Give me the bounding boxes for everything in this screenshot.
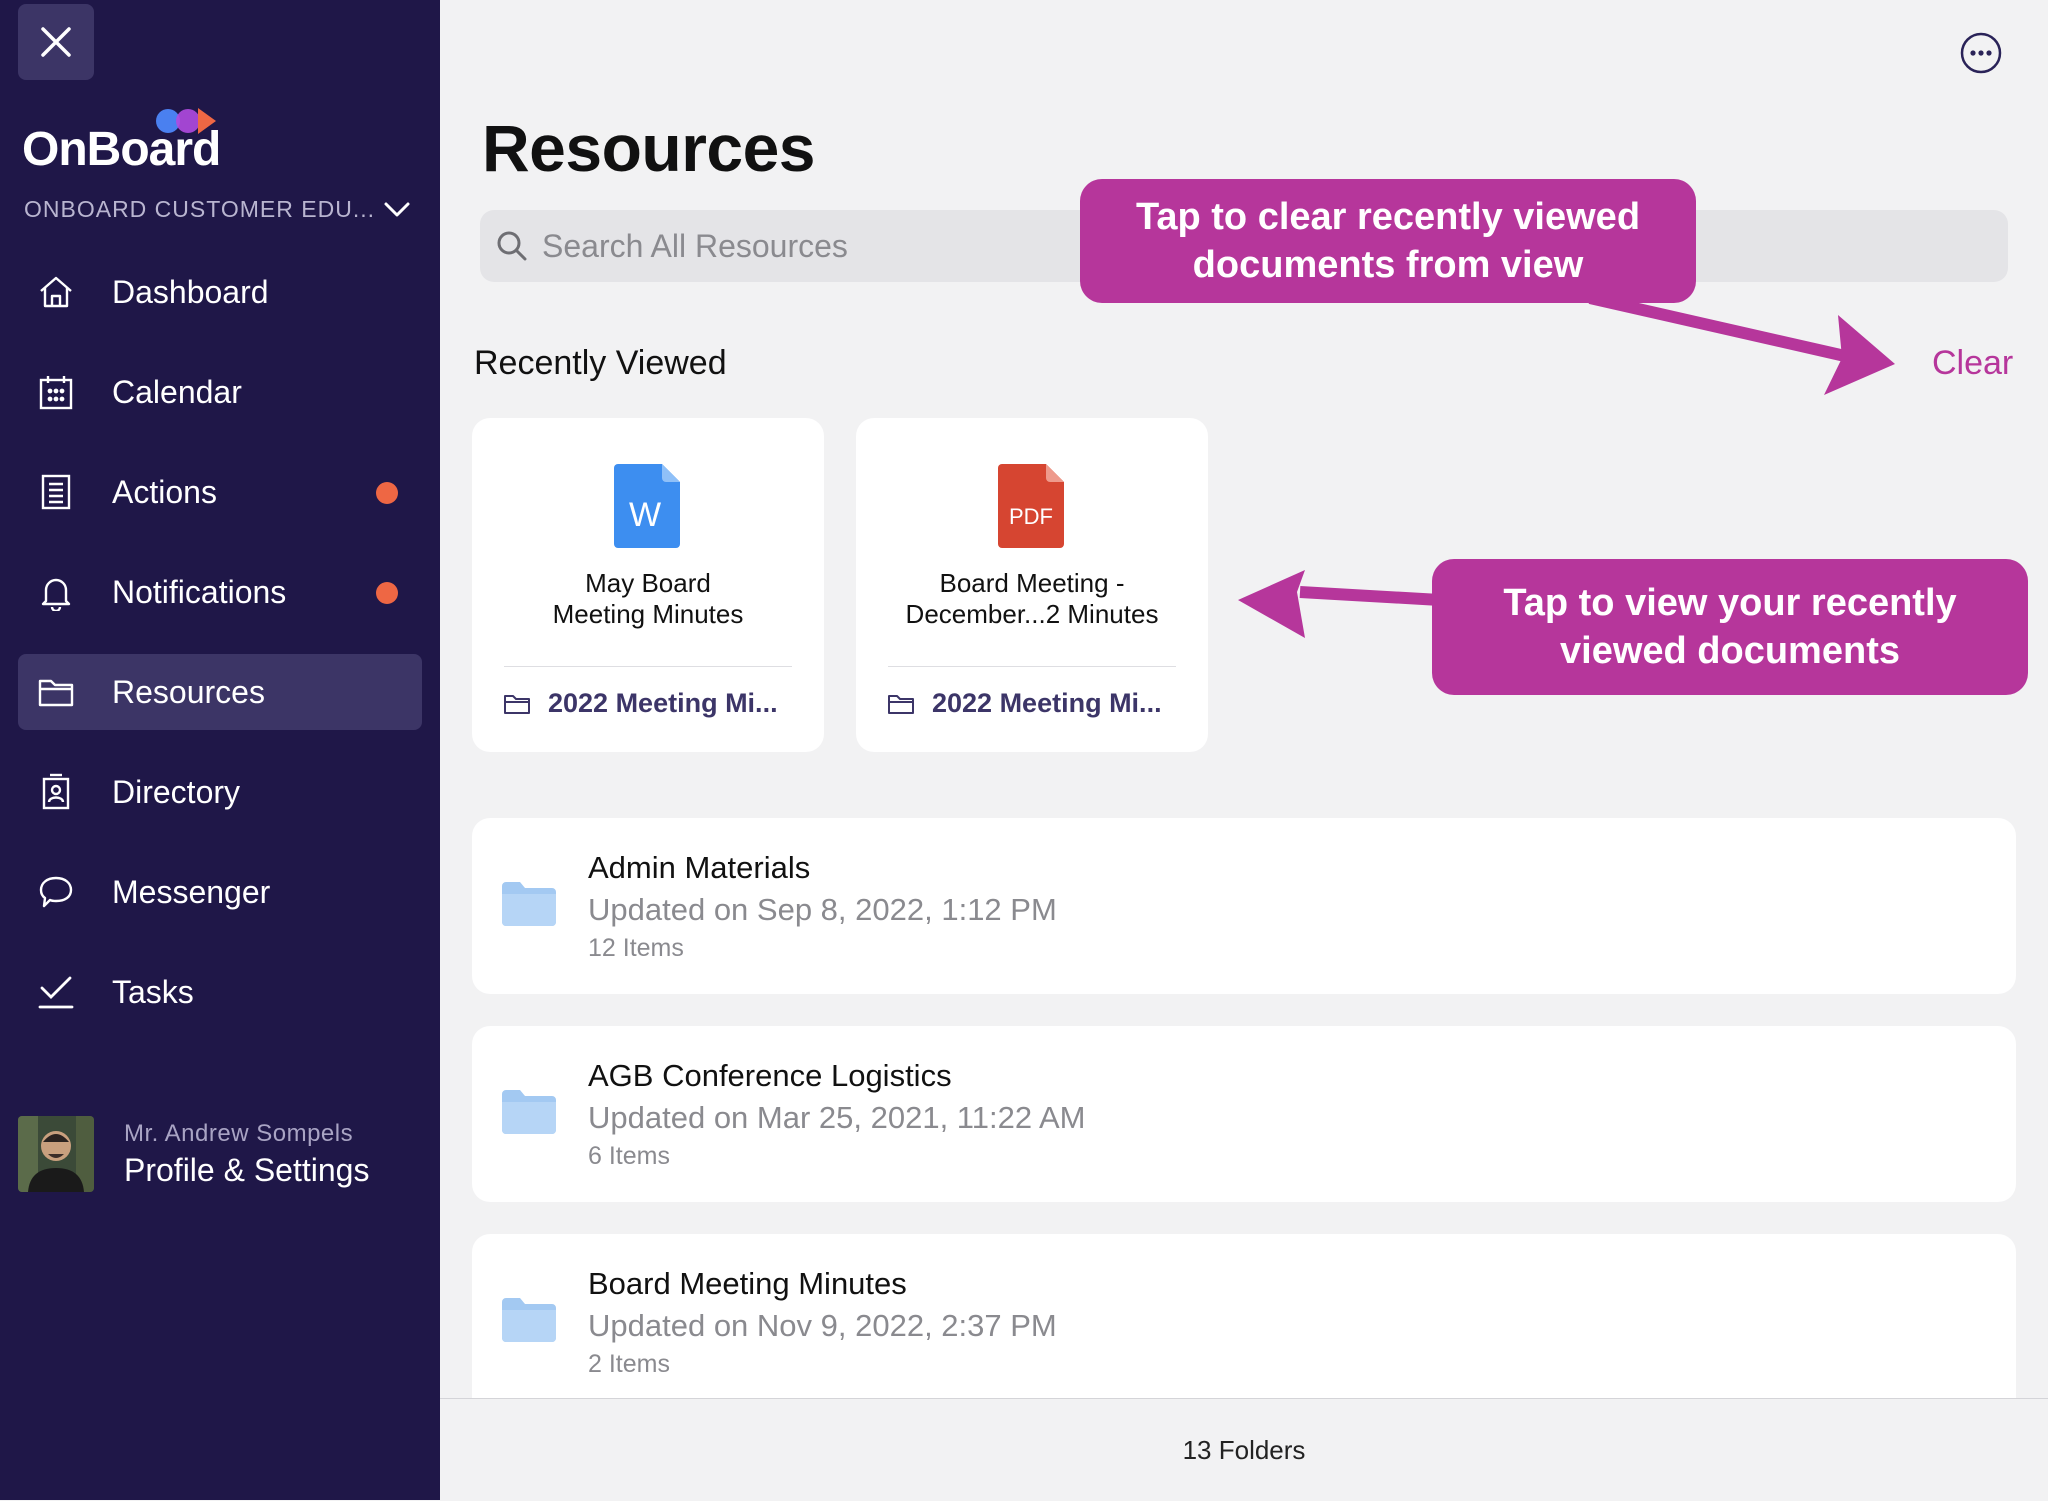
- page-title: Resources: [482, 111, 816, 185]
- checklist-icon: [36, 472, 76, 512]
- folder-updated: Updated on Sep 8, 2022, 1:12 PM: [588, 892, 1057, 927]
- contact-book-icon: [36, 772, 76, 812]
- sidebar-item-messenger[interactable]: Messenger: [18, 854, 422, 930]
- sidebar-item-label: Dashboard: [112, 273, 269, 310]
- recent-doc-title-line: Meeting Minutes: [552, 599, 744, 629]
- sidebar-item-label: Directory: [112, 773, 241, 810]
- sidebar-item-label: Messenger: [112, 873, 271, 910]
- sidebar-item-label: Actions: [112, 473, 217, 510]
- folder-name: AGB Conference Logistics: [588, 1058, 952, 1093]
- callout-line: documents from view: [1192, 244, 1584, 286]
- notification-badge: [376, 582, 398, 604]
- sidebar-item-directory[interactable]: Directory: [18, 754, 422, 830]
- sidebar-item-label: Calendar: [112, 373, 242, 410]
- calendar-icon: [36, 372, 76, 412]
- folder-updated: Updated on Nov 9, 2022, 2:37 PM: [588, 1308, 1057, 1343]
- avatar: [18, 1116, 94, 1192]
- word-doc-icon: W: [614, 464, 680, 548]
- folder-icon: [36, 672, 76, 712]
- recent-doc-folder: 2022 Meeting Mi...: [888, 688, 1162, 719]
- notification-badge: [376, 482, 398, 504]
- callout-line: Tap to clear recently viewed: [1135, 196, 1641, 238]
- organization-name: ONBOARD CUSTOMER EDU...: [24, 196, 375, 222]
- logo-text: OnBoard: [22, 123, 221, 176]
- recent-doc-folder-name: 2022 Meeting Mi...: [932, 688, 1162, 718]
- recent-doc-title-line: December...2 Minutes: [905, 599, 1159, 629]
- organization-switcher[interactable]: ONBOARD CUSTOMER EDU...: [24, 196, 411, 223]
- card-divider: [888, 666, 1176, 667]
- sidebar-item-calendar[interactable]: Calendar: [18, 354, 422, 430]
- card-divider: [504, 666, 792, 667]
- sidebar: OnBoard ONBOARD CUSTOMER EDU... Dashboar…: [0, 0, 440, 1500]
- sidebar-item-label: Tasks: [112, 973, 194, 1010]
- close-sidebar-button[interactable]: [18, 4, 94, 80]
- folder-item-count: 12 Items: [588, 934, 684, 962]
- onboard-logo: OnBoard: [22, 100, 242, 180]
- checkmark-icon: [36, 972, 76, 1012]
- sidebar-nav: Dashboard Calendar Actions Notifications: [18, 254, 422, 1054]
- pdf-doc-icon: PDF: [998, 464, 1064, 548]
- sidebar-item-label: Resources: [112, 673, 265, 710]
- folder-icon: [502, 1298, 556, 1342]
- folder-outline-icon: [888, 694, 914, 714]
- recent-doc-title-line: May Board: [585, 568, 711, 598]
- folder-outline-icon: [504, 694, 530, 714]
- sidebar-item-notifications[interactable]: Notifications: [18, 554, 422, 630]
- home-icon: [36, 272, 76, 312]
- pdf-doc-icon-label: PDF: [1009, 504, 1053, 529]
- recent-doc-title: May Board Meeting Minutes: [472, 568, 824, 630]
- folder-count: 13 Folders: [1182, 1435, 1306, 1465]
- sidebar-item-dashboard[interactable]: Dashboard: [18, 254, 422, 330]
- callout-line: Tap to view your recently: [1503, 582, 1957, 624]
- profile-settings-label: Profile & Settings: [124, 1151, 370, 1188]
- sidebar-item-label: Notifications: [112, 573, 287, 610]
- folder-list-item[interactable]: Admin Materials Updated on Sep 8, 2022, …: [472, 818, 2016, 994]
- sidebar-item-tasks[interactable]: Tasks: [18, 954, 422, 1030]
- folder-icon: [502, 1090, 556, 1134]
- recent-doc-folder-name: 2022 Meeting Mi...: [548, 688, 778, 718]
- chat-bubble-icon: [36, 872, 76, 912]
- more-options-icon[interactable]: [1960, 32, 2002, 74]
- folder-item-count: 6 Items: [588, 1142, 670, 1170]
- folder-list-item[interactable]: AGB Conference Logistics Updated on Mar …: [472, 1026, 2016, 1202]
- chevron-down-icon: [384, 202, 410, 216]
- footer-bar: 13 Folders: [440, 1398, 2048, 1501]
- search-icon: [497, 231, 527, 261]
- close-icon: [41, 27, 71, 57]
- recent-doc-title: Board Meeting - December...2 Minutes: [856, 568, 1208, 630]
- recent-doc-folder: 2022 Meeting Mi...: [504, 688, 778, 719]
- folder-icon: [502, 882, 556, 926]
- folder-list-item[interactable]: Board Meeting Minutes Updated on Nov 9, …: [472, 1234, 2016, 1398]
- folder-item-count: 2 Items: [588, 1350, 670, 1378]
- callout-line: viewed documents: [1560, 630, 1900, 672]
- folder-updated: Updated on Mar 25, 2021, 11:22 AM: [588, 1100, 1086, 1135]
- folder-name: Board Meeting Minutes: [588, 1266, 907, 1301]
- recent-doc-title-line: Board Meeting -: [939, 568, 1125, 598]
- sidebar-item-actions[interactable]: Actions: [18, 454, 422, 530]
- profile-settings-link[interactable]: Mr. Andrew Sompels Profile & Settings: [18, 1116, 369, 1192]
- recent-doc-card[interactable]: PDF Board Meeting - December...2 Minutes…: [856, 418, 1208, 752]
- word-doc-icon-label: W: [629, 496, 661, 534]
- clear-recent-button[interactable]: Clear: [1932, 344, 2013, 383]
- sidebar-item-resources[interactable]: Resources: [18, 654, 422, 730]
- clear-callout: Tap to clear recently viewed documents f…: [1080, 179, 1696, 303]
- bell-icon: [36, 572, 76, 612]
- recent-doc-card[interactable]: W May Board Meeting Minutes 2022 Meeting…: [472, 418, 824, 752]
- recently-viewed-heading: Recently Viewed: [474, 344, 727, 382]
- view-callout: Tap to view your recently viewed documen…: [1432, 559, 2028, 695]
- profile-name: Mr. Andrew Sompels: [124, 1119, 354, 1147]
- folder-name: Admin Materials: [588, 850, 811, 885]
